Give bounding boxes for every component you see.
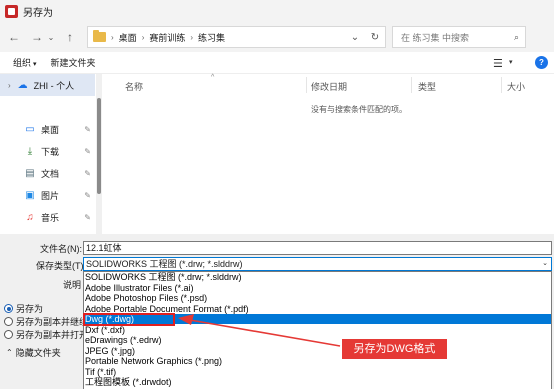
cloud-icon: ☁ bbox=[17, 79, 28, 91]
column-divider[interactable] bbox=[306, 77, 307, 93]
command-toolbar: 组织 ▾ 新建文件夹 ☰ ▾ ? bbox=[0, 52, 554, 74]
radio-button-checked[interactable] bbox=[4, 304, 13, 313]
title-bar: 另存为 bbox=[0, 0, 554, 22]
radio-button[interactable] bbox=[4, 317, 13, 326]
filetype-option[interactable]: 工程图模板 (*.drwdot) bbox=[84, 377, 551, 387]
desktop-icon: ▭ bbox=[25, 123, 35, 135]
view-options-icon[interactable]: ☰ bbox=[493, 57, 503, 70]
hide-folders-label: 隐藏文件夹 bbox=[15, 348, 61, 358]
navigation-bar: ← → ⌄ ↑ › 桌面 › 赛前训练 › 练习集 ⌄ ↻ 在 练习集 中搜索 … bbox=[0, 22, 554, 52]
radio-label: 另存为 bbox=[16, 304, 44, 314]
refresh-icon[interactable]: ↻ bbox=[365, 32, 385, 43]
column-divider[interactable] bbox=[411, 77, 412, 93]
sidebar-item-label: ZHI - 个人 bbox=[33, 80, 75, 91]
pin-icon: ✎ bbox=[84, 168, 91, 178]
sidebar-item-desktop[interactable]: ▭ 桌面 ✎ bbox=[0, 118, 95, 140]
forward-arrow-icon[interactable]: → bbox=[28, 28, 46, 46]
column-header-type[interactable]: 类型 bbox=[418, 80, 436, 93]
sidebar-item-documents[interactable]: ▤ 文档 ✎ bbox=[0, 162, 95, 184]
address-dropdown-chevron-icon[interactable]: ⌄ bbox=[345, 32, 365, 43]
annotation-label: 另存为DWG格式 bbox=[342, 339, 447, 359]
scrollbar-thumb[interactable] bbox=[97, 98, 101, 194]
filetype-option[interactable]: Tif (*.tif) bbox=[84, 367, 551, 377]
filetype-value: SOLIDWORKS 工程图 (*.drw; *.slddrw) bbox=[86, 259, 243, 269]
back-arrow-icon[interactable]: ← bbox=[5, 28, 23, 46]
help-icon[interactable]: ? bbox=[535, 56, 548, 69]
radio-save-copy-open[interactable]: 另存为副本并打开 bbox=[4, 328, 88, 341]
chevron-up-icon: ⌃ bbox=[6, 348, 13, 357]
sidebar-item-label: 文档 bbox=[41, 168, 60, 179]
annotation-arrow-icon bbox=[178, 314, 341, 347]
annotation-highlight-box bbox=[83, 313, 175, 326]
breadcrumb-practice-set[interactable]: 练习集 bbox=[198, 31, 225, 44]
radio-label: 另存为副本并继续 bbox=[16, 317, 89, 327]
breadcrumb-separator-icon: › bbox=[190, 32, 194, 42]
address-bar[interactable]: › 桌面 › 赛前训练 › 练习集 ⌄ ↻ bbox=[87, 26, 386, 48]
column-header-date[interactable]: 修改日期 bbox=[311, 80, 347, 93]
filetype-label: 保存类型(T): bbox=[36, 261, 86, 271]
up-arrow-icon[interactable]: ↑ bbox=[61, 28, 79, 46]
filetype-select[interactable]: SOLIDWORKS 工程图 (*.drw; *.slddrw) ⌄ bbox=[83, 257, 552, 271]
chevron-down-icon: ⌄ bbox=[542, 260, 548, 267]
search-input[interactable]: 在 练习集 中搜索 ⌕ bbox=[392, 26, 526, 48]
organize-label: 组织 bbox=[13, 58, 32, 68]
radio-save-copy-continue[interactable]: 另存为副本并继续 bbox=[4, 315, 88, 328]
pin-icon: ✎ bbox=[84, 212, 91, 222]
pin-icon: ✎ bbox=[84, 124, 91, 134]
filetype-option[interactable]: Adobe Illustrator Files (*.ai) bbox=[84, 283, 551, 293]
filetype-option[interactable]: Portable Network Graphics (*.png) bbox=[84, 356, 551, 366]
sidebar-item-downloads[interactable]: ⤓ 下载 ✎ bbox=[0, 140, 95, 162]
organize-menu-button[interactable]: 组织 ▾ bbox=[13, 56, 37, 69]
window-title: 另存为 bbox=[23, 7, 53, 19]
pin-icon: ✎ bbox=[84, 190, 91, 200]
column-divider[interactable] bbox=[501, 77, 502, 93]
filename-label: 文件名(N): bbox=[40, 244, 82, 254]
recent-locations-chevron-icon[interactable]: ⌄ bbox=[46, 28, 56, 46]
sidebar-item-personal-cloud[interactable]: › ☁ ZHI - 个人 bbox=[0, 74, 95, 96]
download-icon: ⤓ bbox=[27, 145, 33, 157]
file-list: ^ 名称 修改日期 类型 大小 没有与搜索条件匹配的项。 bbox=[103, 74, 554, 234]
hide-folders-toggle[interactable]: ⌃ 隐藏文件夹 bbox=[6, 346, 61, 359]
sidebar-scrollbar[interactable] bbox=[96, 74, 102, 234]
documents-icon: ▤ bbox=[25, 167, 35, 179]
sidebar-item-label: 音乐 bbox=[41, 212, 60, 223]
radio-label: 另存为副本并打开 bbox=[16, 330, 89, 340]
filetype-option[interactable]: Adobe Photoshop Files (*.psd) bbox=[84, 293, 551, 303]
sidebar-item-music[interactable]: ♫ 音乐 ✎ bbox=[0, 206, 95, 228]
music-icon: ♫ bbox=[26, 211, 34, 223]
chevron-down-icon: ▾ bbox=[33, 61, 37, 68]
filename-value: 12.1虹体 bbox=[86, 243, 122, 253]
breadcrumb-separator-icon: › bbox=[141, 32, 145, 42]
chevron-down-icon[interactable]: ▾ bbox=[509, 58, 513, 66]
radio-save-as[interactable]: 另存为 bbox=[4, 302, 43, 315]
sidebar-item-label: 图片 bbox=[41, 190, 60, 201]
expand-chevron-icon[interactable]: › bbox=[8, 81, 11, 90]
sidebar-item-pictures[interactable]: ▣ 图片 ✎ bbox=[0, 184, 95, 206]
folder-icon bbox=[93, 30, 106, 42]
filename-field[interactable]: 12.1虹体 bbox=[83, 241, 552, 255]
navigation-pane: › ☁ ZHI - 个人 ▭ 桌面 ✎ ⤓ 下载 ✎ ▤ 文档 ✎ ▣ 图片 ✎… bbox=[0, 74, 103, 234]
solidworks-app-icon bbox=[5, 4, 18, 18]
sidebar-item-label: 下载 bbox=[41, 146, 60, 157]
sidebar-item-label: 桌面 bbox=[41, 124, 60, 135]
empty-results-message: 没有与搜索条件匹配的项。 bbox=[311, 105, 407, 114]
new-folder-button[interactable]: 新建文件夹 bbox=[51, 56, 96, 69]
breadcrumb-training[interactable]: 赛前训练 bbox=[149, 31, 185, 44]
search-icon: ⌕ bbox=[513, 31, 519, 42]
filetype-option[interactable]: SOLIDWORKS 工程图 (*.drw; *.slddrw) bbox=[84, 272, 551, 282]
pin-icon: ✎ bbox=[84, 146, 91, 156]
breadcrumb-desktop[interactable]: 桌面 bbox=[119, 31, 137, 44]
column-header-name[interactable]: 名称 bbox=[125, 80, 143, 93]
radio-button[interactable] bbox=[4, 330, 13, 339]
search-placeholder: 在 练习集 中搜索 bbox=[401, 32, 470, 43]
sort-caret-icon: ^ bbox=[211, 74, 215, 81]
pictures-icon: ▣ bbox=[25, 189, 35, 201]
description-label: 说明 bbox=[63, 280, 82, 290]
breadcrumb-separator-icon: › bbox=[111, 32, 114, 42]
column-header-size[interactable]: 大小 bbox=[507, 80, 525, 93]
